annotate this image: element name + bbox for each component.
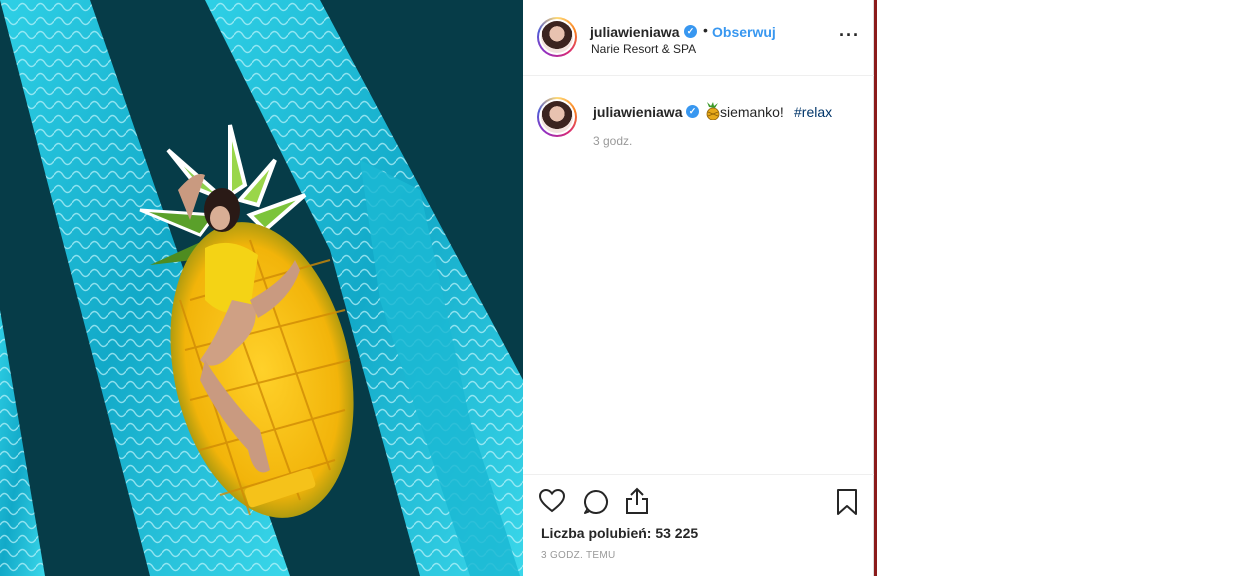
- caption-verified-badge-icon: ✓: [686, 105, 699, 118]
- heart-icon[interactable]: [538, 488, 566, 518]
- post-photo[interactable]: [0, 0, 523, 576]
- post-actions: Liczba polubień: 53 225 3 GODZ. TEMU: [523, 474, 874, 576]
- separator-dot: •: [703, 22, 708, 38]
- hashtag-link[interactable]: #relax: [794, 104, 832, 120]
- comment-icon[interactable]: [583, 489, 609, 520]
- location-link[interactable]: Narie Resort & SPA: [591, 42, 696, 56]
- verified-badge-icon: ✓: [684, 25, 697, 38]
- author-avatar[interactable]: [537, 17, 577, 57]
- share-icon[interactable]: [624, 487, 650, 520]
- author-username[interactable]: juliawieniawa: [590, 24, 679, 40]
- follow-button[interactable]: Obserwuj: [712, 24, 776, 40]
- likes-count[interactable]: Liczba polubień: 53 225: [541, 525, 698, 541]
- post-side-panel: juliawieniawa ✓ • Obserwuj Narie Resort …: [523, 0, 874, 576]
- pool-scene-illustration: [0, 0, 523, 576]
- more-options-icon[interactable]: ···: [839, 26, 860, 44]
- post-timestamp[interactable]: 3 GODZ. TEMU: [541, 550, 616, 561]
- caption-username[interactable]: juliawieniawa: [593, 104, 682, 120]
- background-edge: [874, 0, 877, 576]
- bookmark-icon[interactable]: [836, 488, 858, 521]
- pineapple-emoji-icon: [706, 102, 720, 120]
- caption-time: 3 godz.: [593, 134, 633, 148]
- post-header: juliawieniawa ✓ • Obserwuj Narie Resort …: [523, 0, 874, 76]
- caption-text: siemanko!: [720, 104, 784, 120]
- caption-author-avatar[interactable]: [537, 97, 577, 137]
